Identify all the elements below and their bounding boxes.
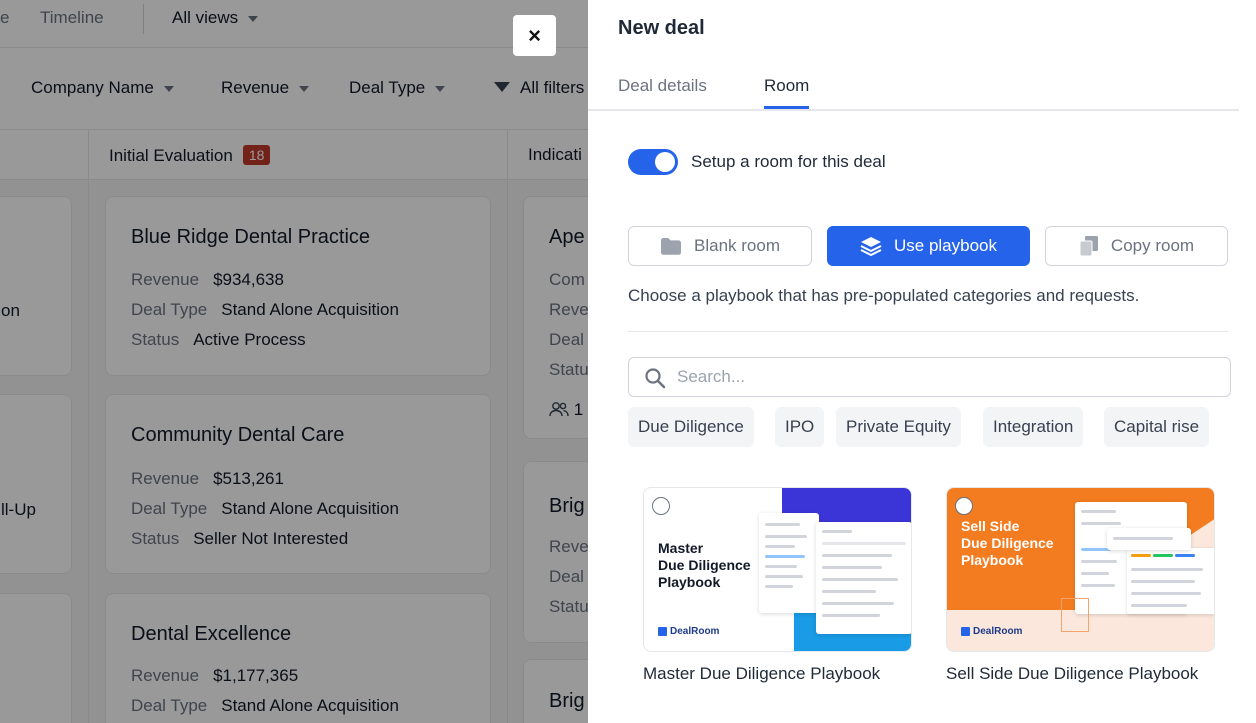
folder-icon xyxy=(661,238,681,255)
section-divider xyxy=(628,331,1228,332)
button-label: Use playbook xyxy=(893,236,997,255)
thumb-mockup xyxy=(759,513,819,613)
layers-icon xyxy=(860,237,882,256)
setup-room-row: Setup a room for this deal xyxy=(628,149,886,175)
chip-due-diligence[interactable]: Due Diligence xyxy=(628,407,754,447)
search-input[interactable] xyxy=(677,364,1217,390)
playbook-card-master-due-diligence[interactable]: Master Due Diligence Playbook DealRoom xyxy=(643,487,912,652)
toggle-knob xyxy=(655,152,675,172)
setup-room-toggle[interactable] xyxy=(628,149,678,175)
new-deal-drawer: New deal Deal details Room Setup a room … xyxy=(588,0,1256,723)
playbook-radio[interactable] xyxy=(955,497,973,515)
drawer-title: New deal xyxy=(618,17,705,39)
button-label: Copy room xyxy=(1110,236,1195,255)
playbook-search xyxy=(628,357,1231,397)
close-icon: × xyxy=(528,22,541,48)
playbook-card-sell-side-due-diligence[interactable]: Sell Side Due Diligence Playbook DealRoom xyxy=(946,487,1215,652)
button-label: Blank room xyxy=(694,236,780,255)
thumb-title: Sell Side Due Diligence Playbook xyxy=(961,518,1054,568)
playbook-caption[interactable]: Master Due Diligence Playbook xyxy=(643,659,923,689)
chip-integration[interactable]: Integration xyxy=(983,407,1084,447)
thumb-title: Master Due Diligence Playbook xyxy=(658,540,751,590)
playbook-caption[interactable]: Sell Side Due Diligence Playbook xyxy=(946,659,1226,689)
dealroom-logo: DealRoom xyxy=(961,626,1022,637)
blank-room-button[interactable]: Blank room xyxy=(628,226,812,266)
brand-name: DealRoom xyxy=(670,626,720,637)
dealroom-logo-icon xyxy=(658,627,667,636)
tab-room[interactable]: Room xyxy=(764,76,810,109)
thumb-mockup xyxy=(1107,528,1191,550)
chip-private-equity[interactable]: Private Equity xyxy=(836,407,961,447)
close-drawer-button[interactable]: × xyxy=(513,15,556,56)
thumb-decoration xyxy=(1061,598,1089,632)
search-icon xyxy=(645,368,666,389)
setup-room-label: Setup a room for this deal xyxy=(691,152,886,171)
playbook-radio[interactable] xyxy=(652,497,670,515)
playbook-hint: Choose a playbook that has pre-populated… xyxy=(628,286,1140,305)
thumb-mockup xyxy=(1127,548,1214,614)
chip-capital-rise[interactable]: Capital rise xyxy=(1104,407,1210,447)
thumb-mockup xyxy=(816,522,911,634)
dealroom-logo-icon xyxy=(961,627,970,636)
tab-deal-details[interactable]: Deal details xyxy=(618,76,707,96)
brand-name: DealRoom xyxy=(973,626,1023,637)
drawer-tabs: Deal details Room xyxy=(588,66,1239,111)
copy-icon xyxy=(1079,236,1098,257)
chip-ipo[interactable]: IPO xyxy=(775,407,825,447)
use-playbook-button[interactable]: Use playbook xyxy=(827,226,1030,266)
copy-room-button[interactable]: Copy room xyxy=(1045,226,1228,266)
dealroom-logo: DealRoom xyxy=(658,626,719,637)
modal-backdrop[interactable] xyxy=(0,0,588,723)
